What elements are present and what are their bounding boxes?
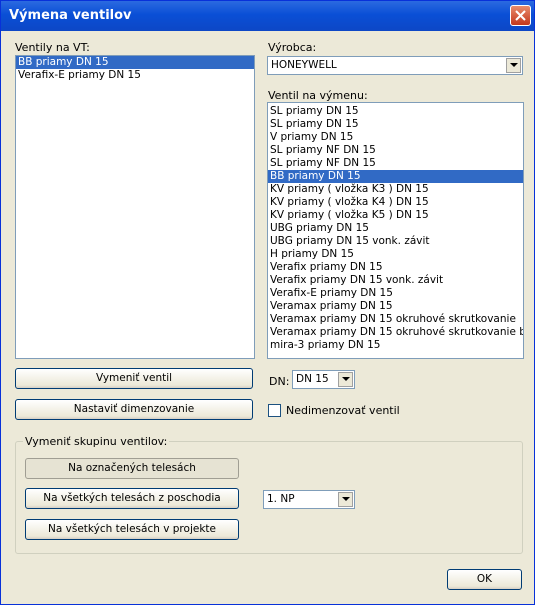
valves-on-radiator-list[interactable]: BB priamy DN 15 Verafix-E priamy DN 15 xyxy=(15,55,255,359)
list-item[interactable]: mira-3 priamy DN 15 xyxy=(268,339,523,352)
replacement-valve-label: Ventil na výmenu: xyxy=(268,89,368,102)
list-item[interactable]: V priamy DN 15 xyxy=(268,131,523,144)
list-item[interactable]: KV priamy ( vložka K3 ) DN 15 xyxy=(268,183,523,196)
floor-dropdown-button[interactable] xyxy=(338,492,353,507)
chevron-down-icon xyxy=(342,377,350,381)
close-button[interactable] xyxy=(510,5,531,26)
list-item[interactable]: KV priamy ( vložka K5 ) DN 15 xyxy=(268,209,523,222)
close-icon xyxy=(515,10,526,21)
list-item[interactable]: Veramax priamy DN 15 xyxy=(268,300,523,313)
set-sizing-button[interactable]: Nastaviť dimenzovanie xyxy=(15,399,253,420)
dn-dropdown-button[interactable] xyxy=(338,372,353,387)
chevron-down-icon xyxy=(510,63,518,67)
list-item[interactable]: UBG priamy DN 15 vonk. závit xyxy=(268,235,523,248)
replacement-valve-list[interactable]: SL priamy DN 15 SL priamy DN 15 V priamy D… xyxy=(267,102,524,359)
on-marked-radiators-button[interactable]: Na označených telesách xyxy=(25,458,239,479)
list-item[interactable]: Verafix-E priamy DN 15 xyxy=(268,287,523,300)
chevron-down-icon xyxy=(342,497,350,501)
list-item[interactable]: Veramax priamy DN 15 okruhové skrutkovan… xyxy=(268,326,523,339)
list-item[interactable]: Verafix priamy DN 15 xyxy=(268,261,523,274)
no-sizing-checkbox[interactable] xyxy=(268,404,281,417)
on-all-radiators-project-button[interactable]: Na všetkých telesách v projekte xyxy=(25,519,239,540)
list-item[interactable]: Verafix priamy DN 15 vonk. závit xyxy=(268,274,523,287)
floor-select[interactable]: 1. NP xyxy=(263,490,355,509)
title-bar[interactable]: Výmena ventilov xyxy=(1,1,534,31)
no-sizing-label: Nedimenzovať ventil xyxy=(286,404,400,417)
list-item[interactable]: H priamy DN 15 xyxy=(268,248,523,261)
on-all-radiators-floor-button[interactable]: Na všetkých telesách z poschodia xyxy=(25,488,239,509)
list-item[interactable]: SL priamy DN 15 xyxy=(268,118,523,131)
list-item[interactable]: SL priamy NF DN 15 xyxy=(268,157,523,170)
manufacturer-dropdown-button[interactable] xyxy=(506,58,521,73)
replace-valves-dialog: Výmena ventilov Ventily na VT: BB priamy… xyxy=(0,0,535,605)
dn-label: DN: xyxy=(269,375,290,388)
replace-valve-button[interactable]: Vymeniť ventil xyxy=(15,368,253,389)
list-item[interactable]: UBG priamy DN 15 xyxy=(268,222,523,235)
list-item[interactable]: SL priamy NF DN 15 xyxy=(268,144,523,157)
list-item[interactable]: SL priamy DN 15 xyxy=(268,105,523,118)
list-item[interactable]: BB priamy DN 15 xyxy=(16,56,254,69)
dn-value: DN 15 xyxy=(296,373,329,385)
ok-button[interactable]: OK xyxy=(447,569,522,590)
manufacturer-select[interactable]: HONEYWELL xyxy=(267,56,523,75)
replace-group-legend: Vymeniť skupinu ventilov: xyxy=(23,435,170,448)
dn-select[interactable]: DN 15 xyxy=(292,370,355,389)
list-item[interactable]: Veramax priamy DN 15 okruhové skrutkovan… xyxy=(268,313,523,326)
valves-on-radiator-label: Ventily na VT: xyxy=(15,41,90,54)
manufacturer-label: Výrobca: xyxy=(268,41,317,54)
manufacturer-value: HONEYWELL xyxy=(271,59,337,71)
window-title: Výmena ventilov xyxy=(9,8,132,23)
floor-value: 1. NP xyxy=(267,493,295,505)
list-item[interactable]: Verafix-E priamy DN 15 xyxy=(16,69,254,82)
list-item[interactable]: KV priamy ( vložka K4 ) DN 15 xyxy=(268,196,523,209)
list-item[interactable]: BB priamy DN 15 xyxy=(268,170,523,183)
